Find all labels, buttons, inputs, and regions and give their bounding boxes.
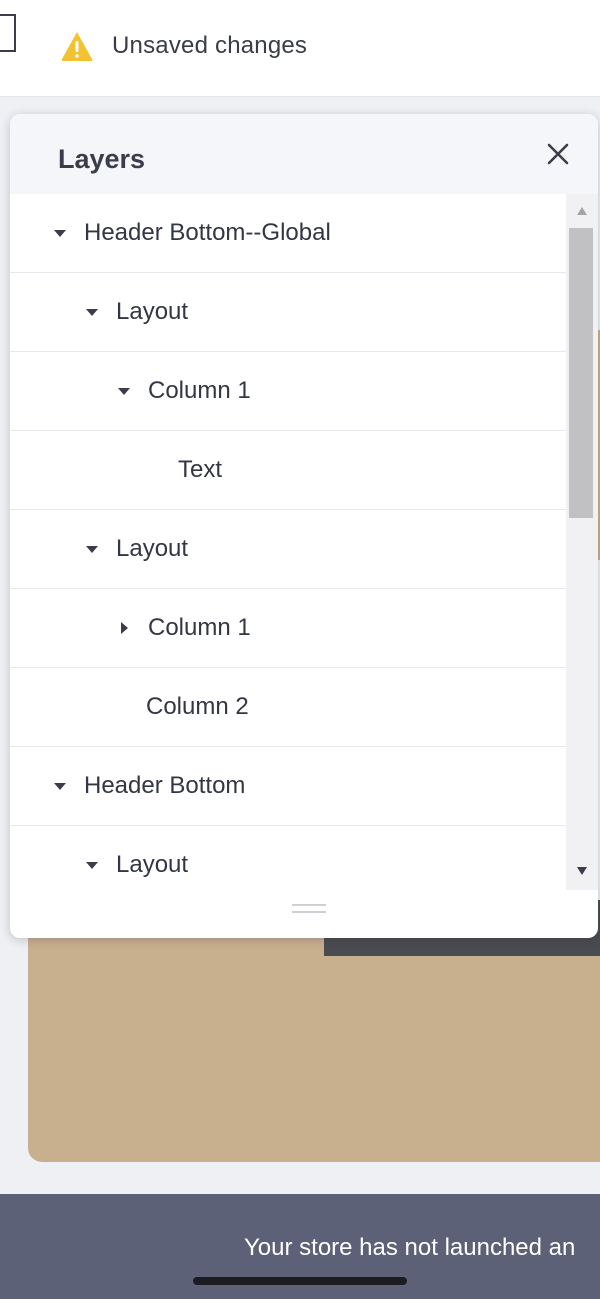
caret-down-icon[interactable] xyxy=(118,385,130,397)
caret-down-icon[interactable] xyxy=(86,859,98,871)
panel-title: Layers xyxy=(58,144,146,174)
layers-scrollbar[interactable] xyxy=(566,194,598,890)
scrollbar-thumb[interactable] xyxy=(569,228,593,518)
banner-message: Your store has not launched an xyxy=(244,1234,576,1261)
layer-item[interactable]: Text xyxy=(10,431,566,510)
scroll-down-arrow-icon[interactable] xyxy=(576,866,588,876)
layers-panel: Layers Header Bottom--Global Layout Colu… xyxy=(10,114,598,938)
layer-item-label: Layout xyxy=(116,535,189,562)
unsaved-status: Unsaved changes xyxy=(60,30,307,62)
layers-list: Header Bottom--Global Layout Column 1 Te… xyxy=(10,194,566,890)
layer-item-label: Text xyxy=(178,456,223,483)
close-icon xyxy=(547,143,569,165)
caret-down-icon[interactable] xyxy=(86,543,98,555)
layer-item[interactable]: Column 2 xyxy=(10,668,566,747)
layer-item[interactable]: Header Bottom--Global xyxy=(10,194,566,273)
layer-item-label: Column 1 xyxy=(148,614,251,641)
scroll-up-arrow-icon[interactable] xyxy=(576,206,588,216)
layers-panel-header: Layers xyxy=(10,114,598,194)
resize-handle-icon[interactable] xyxy=(292,902,326,916)
layer-item[interactable]: Layout xyxy=(10,826,566,890)
layer-item[interactable]: Header Bottom xyxy=(10,747,566,826)
layer-item-label: Layout xyxy=(116,851,189,878)
caret-right-icon[interactable] xyxy=(118,622,130,634)
caret-down-icon[interactable] xyxy=(86,306,98,318)
warning-icon xyxy=(61,32,93,61)
back-button[interactable] xyxy=(0,14,16,52)
layer-item-label: Column 2 xyxy=(146,693,249,720)
layer-item[interactable]: Column 1 xyxy=(10,589,566,668)
unsaved-changes-label: Unsaved changes xyxy=(112,32,308,59)
layer-item[interactable]: Column 1 xyxy=(10,352,566,431)
layer-item-label: Layout xyxy=(116,298,189,325)
layer-item[interactable]: Layout xyxy=(10,273,566,352)
layer-item-label: Header Bottom xyxy=(84,772,246,799)
layer-item[interactable]: Layout xyxy=(10,510,566,589)
layer-item-label: Column 1 xyxy=(148,377,251,404)
caret-down-icon[interactable] xyxy=(54,780,66,792)
caret-down-icon[interactable] xyxy=(54,227,66,239)
top-bar: Unsaved changes xyxy=(0,0,600,97)
layer-item-label: Header Bottom--Global xyxy=(84,219,331,246)
home-indicator[interactable] xyxy=(193,1277,407,1285)
close-button[interactable] xyxy=(546,142,570,166)
